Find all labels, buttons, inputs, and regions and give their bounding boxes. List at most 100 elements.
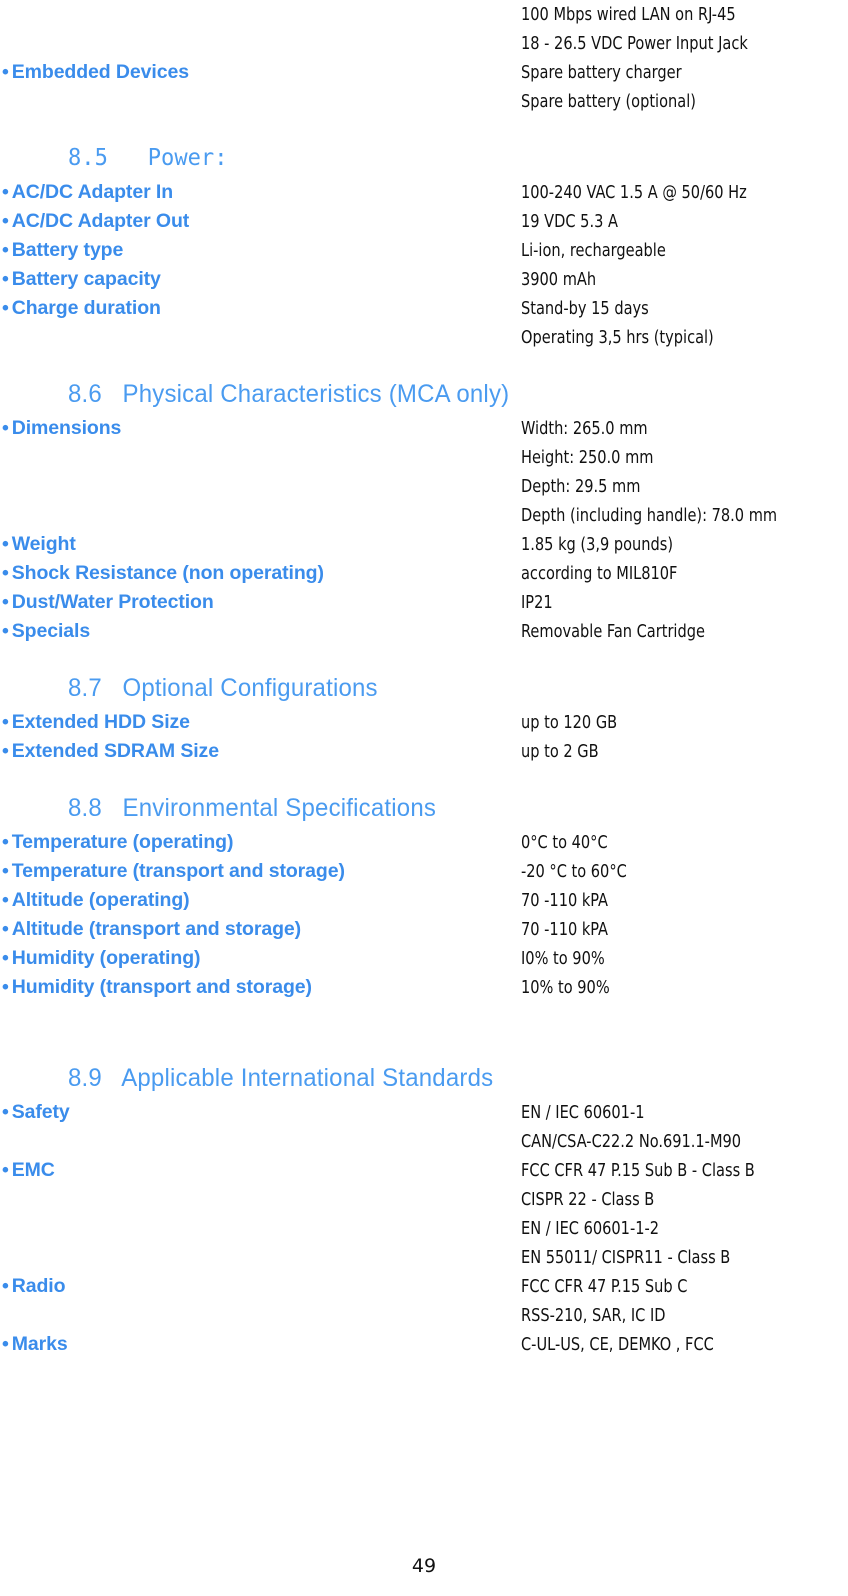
spec-row: Spare battery (optional) [0, 87, 848, 116]
spec-row: 18 - 26.5 VDC Power Input Jack [0, 29, 848, 58]
spec-label-text: Charge duration [11, 297, 161, 319]
spec-row: • EMC FCC CFR 47 P.15 Sub B - Class B [0, 1156, 848, 1185]
spec-label-text: Radio [11, 1275, 66, 1297]
spec-label-text: Weight [11, 533, 76, 555]
spec-value: IP21 [521, 592, 553, 613]
spec-label-text: Embedded Devices [11, 61, 189, 83]
spec-value: Height: 250.0 mm [521, 447, 654, 468]
spec-label: • Dust/Water Protection [2, 588, 214, 617]
spec-label-text: Dimensions [11, 417, 122, 439]
spec-label-text: Battery capacity [11, 268, 161, 290]
bullet-icon: • [2, 61, 9, 83]
spec-label: • Charge duration [2, 294, 161, 323]
spec-value: CISPR 22 - Class B [521, 1189, 655, 1210]
spec-row: • Charge duration Stand-by 15 days [0, 294, 848, 323]
spec-row: • AC/DC Adapter In 100-240 VAC 1.5 A @ 50/… [0, 178, 848, 207]
bullet-icon: • [2, 1275, 9, 1297]
spec-row: Depth: 29.5 mm [0, 472, 848, 501]
spec-value: up to 2 GB [521, 741, 599, 762]
spec-value: 18 - 26.5 VDC Power Input Jack [521, 33, 748, 54]
bullet-icon: • [2, 591, 9, 613]
spec-label: • Radio [2, 1272, 66, 1301]
section-heading-text: 8.8 Environmental Specifications [68, 794, 437, 822]
spec-value: Width: 265.0 mm [521, 418, 648, 439]
bullet-icon: • [2, 947, 9, 969]
spec-label: • AC/DC Adapter In [2, 178, 173, 207]
bullet-icon: • [2, 297, 9, 319]
spec-label: • Specials [2, 617, 90, 646]
spec-row: • Shock Resistance (non operating) accordi… [0, 559, 848, 588]
spec-row: • Altitude (operating) 70 -110 kPA [0, 886, 848, 915]
section-heading-text: 8.6 Physical Characteristics (MCA only) [68, 380, 510, 408]
spec-label-text: Humidity (operating) [11, 947, 201, 969]
spec-label: • Safety [2, 1098, 70, 1127]
spec-label: • Humidity (operating) [2, 944, 201, 973]
spec-label-text: Shock Resistance (non operating) [11, 562, 324, 584]
section-heading-8-7: 8.7 Optional Configurations [0, 668, 848, 708]
spec-label-text: Extended SDRAM Size [11, 740, 219, 762]
bullet-icon: • [2, 740, 9, 762]
spec-row: EN / IEC 60601-1-2 [0, 1214, 848, 1243]
pre-section-blank-line [0, 1002, 848, 1036]
spec-label: • Dimensions [2, 414, 121, 443]
spec-value: 10% to 90% [521, 977, 610, 998]
spec-label-text: Extended HDD Size [11, 711, 190, 733]
spec-row: Height: 250.0 mm [0, 443, 848, 472]
spec-row: • Temperature (transport and storage) -20 … [0, 857, 848, 886]
spec-row: • Battery type Li-ion, rechargeable [0, 236, 848, 265]
spec-row: • Weight 1.85 kg (3,9 pounds) [0, 530, 848, 559]
spec-value: RSS-210, SAR, IC ID [521, 1305, 666, 1326]
page-number: 49 [411, 1555, 437, 1577]
bullet-icon: • [2, 268, 9, 290]
spec-value: FCC CFR 47 P.15 Sub B - Class B [521, 1160, 755, 1181]
section-heading-8-9: 8.9 Applicable International Standards [0, 1058, 848, 1098]
bullet-icon: • [2, 1159, 9, 1181]
spec-row: • Embedded Devices Spare battery charger [0, 58, 848, 87]
spec-row: • Dimensions Width: 265.0 mm [0, 414, 848, 443]
spec-value: EN / IEC 60601-1-2 [521, 1218, 660, 1239]
spec-value: C-UL-US, CE, DEMKO , FCC [521, 1334, 714, 1355]
spec-value: Spare battery (optional) [521, 91, 696, 112]
document-page: 100 Mbps wired LAN on RJ-45 18 - 26.5 VDC… [0, 0, 848, 1596]
section-heading-text: 8.5 Power: [68, 145, 228, 171]
spec-value: 0°C to 40°C [521, 832, 608, 853]
bullet-icon: • [2, 831, 9, 853]
section-heading-8-8: 8.8 Environmental Specifications [0, 788, 848, 828]
spec-value: I0% to 90% [521, 948, 605, 969]
spec-value: 3900 mAh [521, 269, 597, 290]
spec-row: Depth (including handle): 78.0 mm [0, 501, 848, 530]
bullet-icon: • [2, 918, 9, 940]
spec-value: Spare battery charger [521, 62, 682, 83]
spec-label: • Weight [2, 530, 76, 559]
spec-label-text: Temperature (transport and storage) [11, 860, 345, 882]
spec-value: Depth (including handle): 78.0 mm [521, 505, 778, 526]
spec-value: 100 Mbps wired LAN on RJ-45 [521, 4, 736, 25]
bullet-icon: • [2, 976, 9, 998]
spec-label: • Temperature (transport and storage) [2, 857, 345, 886]
spec-value: FCC CFR 47 P.15 Sub C [521, 1276, 688, 1297]
spec-row: CAN/CSA-C22.2 No.691.1-M90 [0, 1127, 848, 1156]
spec-label-text: Marks [11, 1333, 68, 1355]
spec-value: Removable Fan Cartridge [521, 621, 705, 642]
spec-row: • Temperature (operating) 0°C to 40°C [0, 828, 848, 857]
spec-row: • Specials Removable Fan Cartridge [0, 617, 848, 646]
spec-label-text: Altitude (transport and storage) [11, 918, 302, 940]
spec-value: Operating 3,5 hrs (typical) [521, 327, 714, 348]
spec-label-text: AC/DC Adapter In [11, 181, 173, 203]
spec-row: RSS-210, SAR, IC ID [0, 1301, 848, 1330]
spec-row: • Altitude (transport and storage) 70 -110… [0, 915, 848, 944]
spec-value: according to MIL810F [521, 563, 678, 584]
spec-label-text: EMC [11, 1159, 55, 1181]
spec-row: EN 55011/ CISPR11 - Class B [0, 1243, 848, 1272]
spec-label-text: Safety [11, 1101, 70, 1123]
spec-row: • Dust/Water Protection IP21 [0, 588, 848, 617]
spec-label: • Marks [2, 1330, 68, 1359]
spec-label-text: Dust/Water Protection [11, 591, 214, 613]
bullet-icon: • [2, 889, 9, 911]
spec-row: • Safety EN / IEC 60601-1 [0, 1098, 848, 1127]
spec-label: • Temperature (operating) [2, 828, 233, 857]
spec-row: • Marks C-UL-US, CE, DEMKO , FCC [0, 1330, 848, 1359]
spec-label: • Shock Resistance (non operating) [2, 559, 324, 588]
